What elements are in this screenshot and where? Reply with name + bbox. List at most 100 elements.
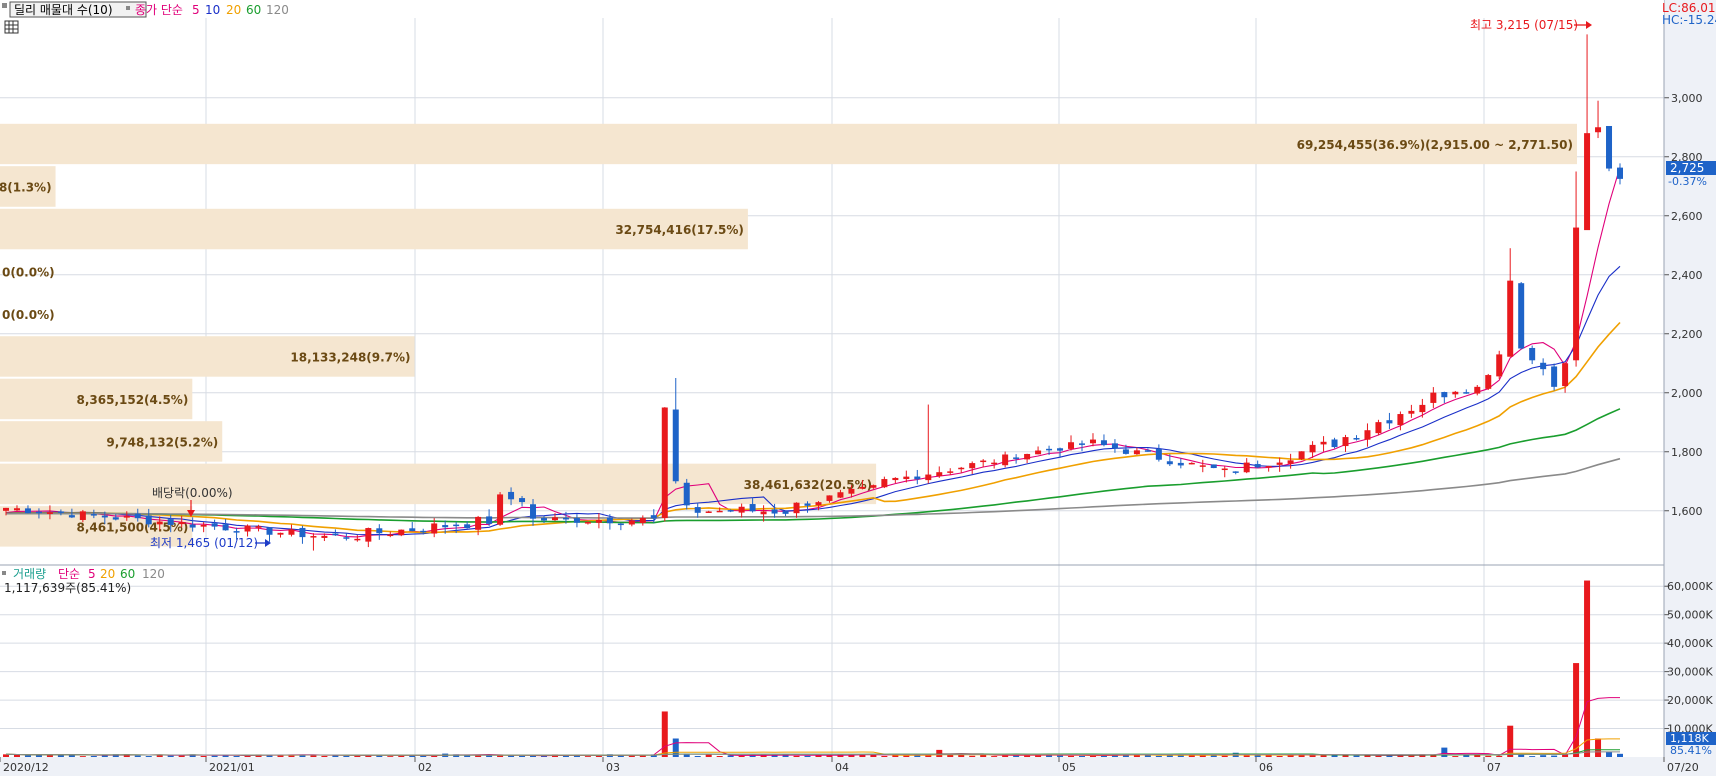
volume-bar	[1507, 725, 1514, 757]
volume-bar	[991, 756, 998, 757]
volume-bar	[1068, 755, 1075, 757]
table-icon[interactable]	[4, 20, 19, 34]
volume-bar	[969, 755, 976, 757]
volume-bar	[145, 756, 152, 757]
candle-body	[145, 515, 152, 525]
volume-bar	[804, 755, 811, 757]
volume-bar	[1606, 751, 1613, 757]
ma-period-120[interactable]: 120	[266, 3, 289, 17]
candle-body	[90, 514, 97, 516]
candle-body	[947, 471, 954, 473]
candle-body	[211, 523, 218, 527]
volume-bar	[793, 755, 800, 757]
volume-bar	[661, 711, 668, 757]
candle-body	[826, 495, 833, 501]
candle-body	[233, 531, 240, 533]
candle-body	[793, 502, 800, 514]
candle-body	[1595, 127, 1602, 133]
candle-body	[1100, 440, 1107, 446]
candle-body	[1079, 443, 1085, 445]
volume-label[interactable]: 거래량	[13, 567, 46, 581]
hc-readout: HC:-15.24	[1662, 13, 1716, 27]
candlestick-chart-canvas[interactable]: 69,254,455(36.9%)(2,915.00 ~ 2,771.50) 2,…	[0, 0, 1716, 776]
volume-bar	[1155, 755, 1162, 757]
candle-body	[277, 532, 284, 535]
ma-period-20[interactable]: 20	[226, 3, 241, 17]
candle-body	[727, 510, 734, 512]
volume-bar	[1441, 747, 1448, 757]
volume-ma-label[interactable]: 단순	[58, 567, 80, 581]
volume-ma-120[interactable]: 120	[142, 567, 165, 581]
volume-bar	[1496, 755, 1503, 757]
volume-bar	[233, 755, 240, 757]
volume-profile-label: 2,426,148(1.3%)	[0, 180, 52, 194]
volume-ma-5[interactable]: 5	[88, 567, 96, 581]
candle-body	[1452, 391, 1459, 395]
price-tick-label: 2,600	[1671, 210, 1703, 223]
volume-tick-label: 50,000K	[1667, 609, 1713, 622]
candle-body	[420, 530, 427, 533]
candle-body	[1584, 133, 1591, 231]
candle-body	[1199, 465, 1206, 467]
candle-body	[431, 523, 438, 534]
volume-bar	[211, 755, 218, 757]
volume-bar	[705, 754, 712, 757]
candle-body	[1441, 392, 1448, 398]
volume-profile-label: 69,254,455(36.9%)(2,915.00 ~ 2,771.50)	[1297, 138, 1573, 152]
candle-body	[255, 526, 262, 528]
candle-body	[376, 528, 383, 534]
current-price-box: 2,725	[1670, 161, 1704, 175]
candle-body	[266, 527, 273, 535]
candle-body	[628, 520, 635, 525]
candle-body	[486, 516, 493, 524]
price-ma-label[interactable]: 종가 단순	[135, 3, 183, 17]
candle-body	[1474, 386, 1481, 394]
ma-period-5[interactable]: 5	[192, 3, 200, 17]
candle-body	[519, 498, 526, 503]
volume-bar	[398, 755, 405, 757]
volume-ma-20[interactable]: 20	[100, 567, 115, 581]
volume-ma-60[interactable]: 60	[120, 567, 135, 581]
candle-body	[1320, 441, 1327, 445]
date-tick-label: 2020/12	[3, 761, 49, 774]
current-volume-marker: 1,118K 85.41%	[1666, 732, 1716, 757]
date-tick-label: 02	[418, 761, 432, 774]
candle-body	[101, 515, 108, 518]
candle-body	[24, 508, 31, 514]
volume-bar	[508, 755, 515, 757]
candle-body	[1408, 410, 1415, 414]
candle-body	[189, 524, 196, 528]
ma-period-60[interactable]: 60	[246, 3, 261, 17]
candle-body	[1002, 454, 1009, 466]
candle-body	[672, 409, 679, 482]
candle-body	[453, 524, 460, 527]
candle-body	[530, 504, 537, 519]
candle-body	[595, 520, 602, 523]
candle-body	[958, 467, 965, 470]
candle-body	[639, 517, 646, 524]
candle-body	[1496, 354, 1503, 377]
candle-body	[112, 517, 119, 520]
volume-pct: 85.41%	[1670, 744, 1712, 757]
date-tick-label: 06	[1259, 761, 1273, 774]
ma-period-10[interactable]: 10	[205, 3, 220, 17]
volume-bar	[1276, 755, 1283, 757]
volume-bar	[1529, 756, 1536, 757]
candle-body	[936, 472, 943, 477]
volume-profile-label: 18,133,248(9.7%)	[290, 350, 410, 364]
candle-body	[573, 518, 580, 523]
candle-body	[57, 511, 64, 513]
volume-profile-label: 0(0.0%)	[2, 308, 55, 322]
candle-body	[969, 463, 976, 469]
candle-body	[299, 527, 306, 538]
volume-bar	[1584, 580, 1591, 757]
candle-body	[782, 511, 789, 514]
volume-tick-label: 60,000K	[1667, 580, 1713, 593]
candle-body	[442, 525, 449, 528]
candle-body	[925, 474, 932, 481]
candle-body	[1298, 451, 1305, 460]
candle-body	[1342, 437, 1349, 447]
price-tick-label: 2,400	[1671, 269, 1703, 282]
volume-bar	[530, 755, 537, 757]
candle-body	[321, 535, 328, 538]
